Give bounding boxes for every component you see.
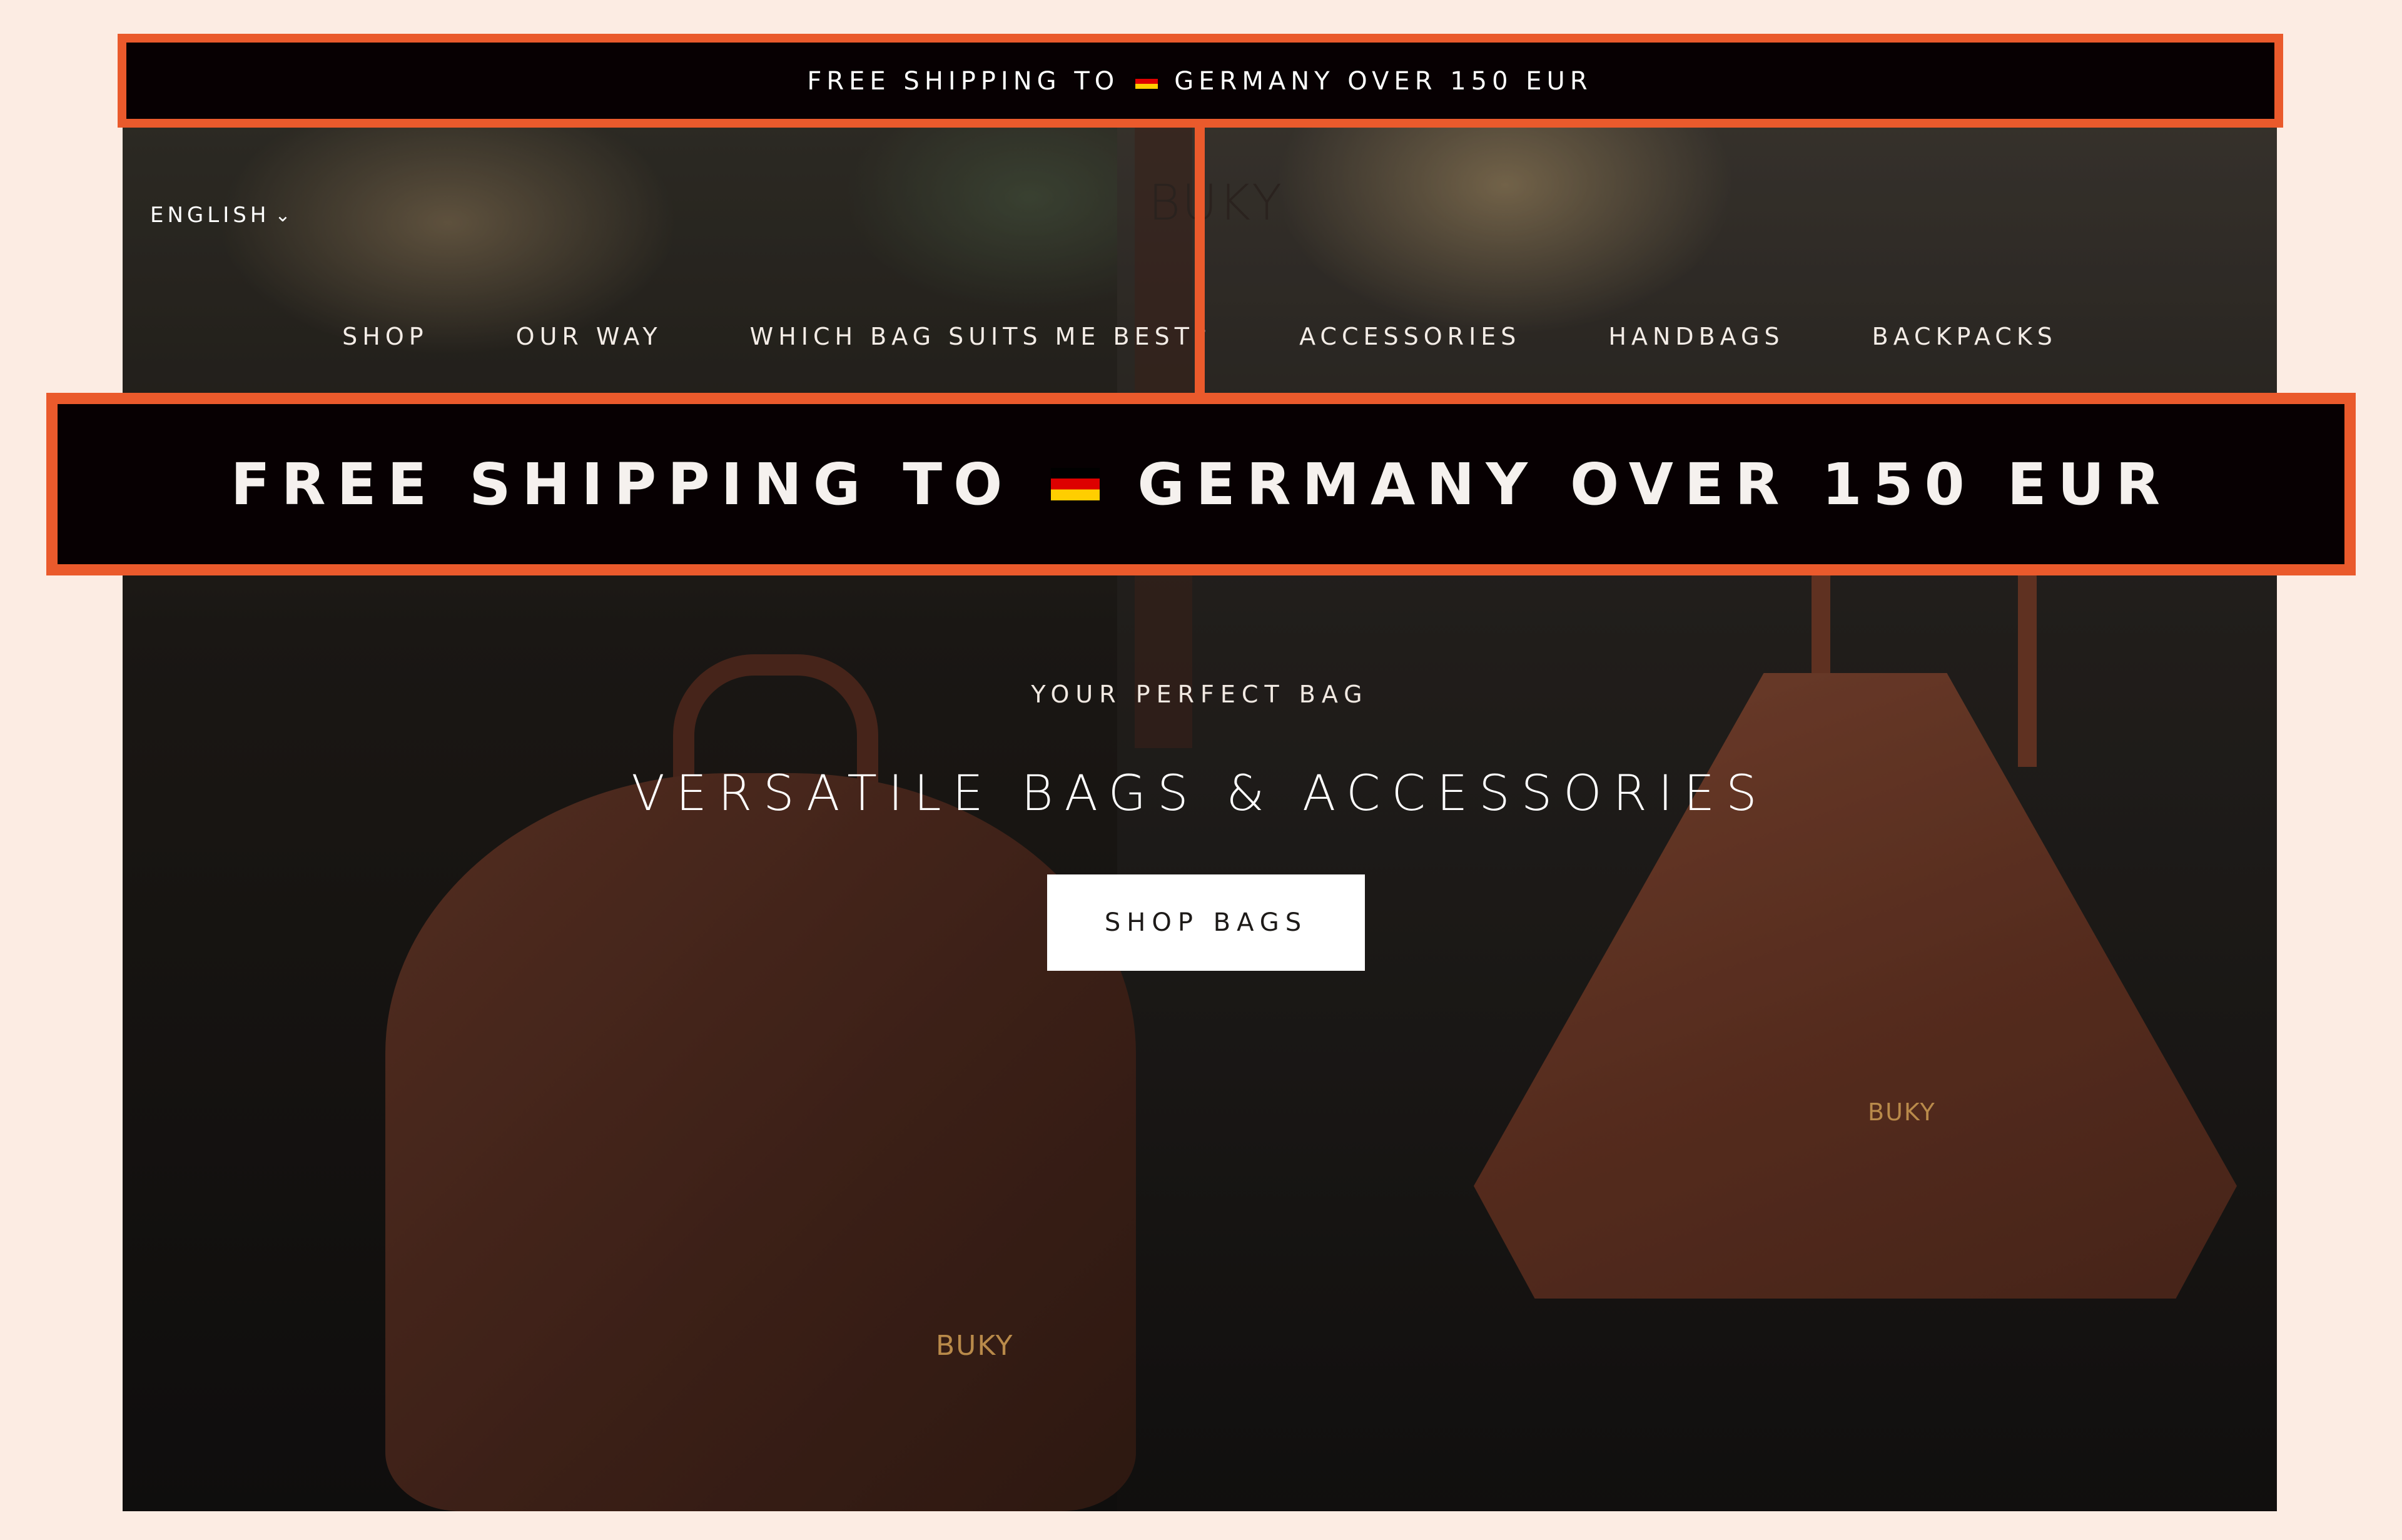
germany-flag-icon bbox=[1051, 468, 1100, 500]
announcement-bar: FREE SHIPPING TO GERMANY OVER 150 EUR bbox=[123, 38, 2277, 125]
announcement-zoom-callout: FREE SHIPPING TO GERMANY OVER 150 EUR bbox=[46, 393, 2356, 575]
announcement-text-start: FREE SHIPPING TO bbox=[807, 67, 1120, 96]
announcement-text-end: GERMANY OVER 150 EUR bbox=[1174, 67, 1593, 96]
brand-logo[interactable]: BUKY bbox=[1148, 175, 1282, 231]
bag-logo-right: BUKY bbox=[1868, 1098, 1936, 1126]
zoom-text-start: FREE SHIPPING TO bbox=[230, 450, 1014, 518]
language-label: ENGLISH bbox=[150, 203, 270, 228]
zoom-text-end: GERMANY OVER 150 EUR bbox=[1137, 450, 2172, 518]
language-selector[interactable]: ENGLISH ⌄ bbox=[150, 203, 295, 228]
germany-flag-icon bbox=[1135, 74, 1158, 89]
nav-item-our-way[interactable]: OUR WAY bbox=[516, 323, 662, 350]
chevron-down-icon: ⌄ bbox=[275, 204, 295, 226]
bag-logo-left: BUKY bbox=[936, 1330, 1014, 1362]
nav-item-backpacks[interactable]: BACKPACKS bbox=[1872, 323, 2057, 350]
nav-item-handbags[interactable]: HANDBAGS bbox=[1608, 323, 1784, 350]
nav-item-accessories[interactable]: ACCESSORIES bbox=[1299, 323, 1521, 350]
nav-item-shop[interactable]: SHOP bbox=[342, 323, 428, 350]
highlight-divider bbox=[1195, 128, 1205, 397]
shop-bags-button[interactable]: SHOP BAGS bbox=[1047, 874, 1365, 971]
hero-headline: VERSATILE BAGS & ACCESSORIES bbox=[631, 766, 1768, 822]
nav-item-which-bag[interactable]: WHICH BAG SUITS ME BEST? bbox=[750, 323, 1212, 350]
hero-eyebrow: YOUR PERFECT BAG bbox=[1031, 681, 1369, 708]
